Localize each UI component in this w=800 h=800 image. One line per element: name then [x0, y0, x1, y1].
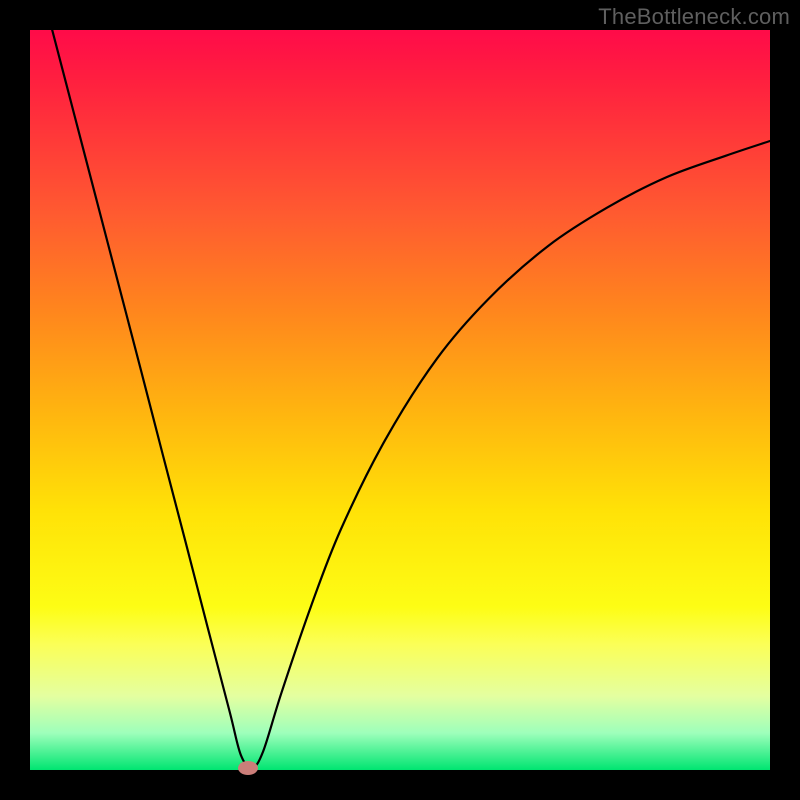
optimum-marker: [238, 761, 258, 775]
watermark-text: TheBottleneck.com: [598, 4, 790, 30]
chart-frame: TheBottleneck.com: [0, 0, 800, 800]
plot-area: [30, 30, 770, 770]
curve-line: [30, 30, 770, 770]
